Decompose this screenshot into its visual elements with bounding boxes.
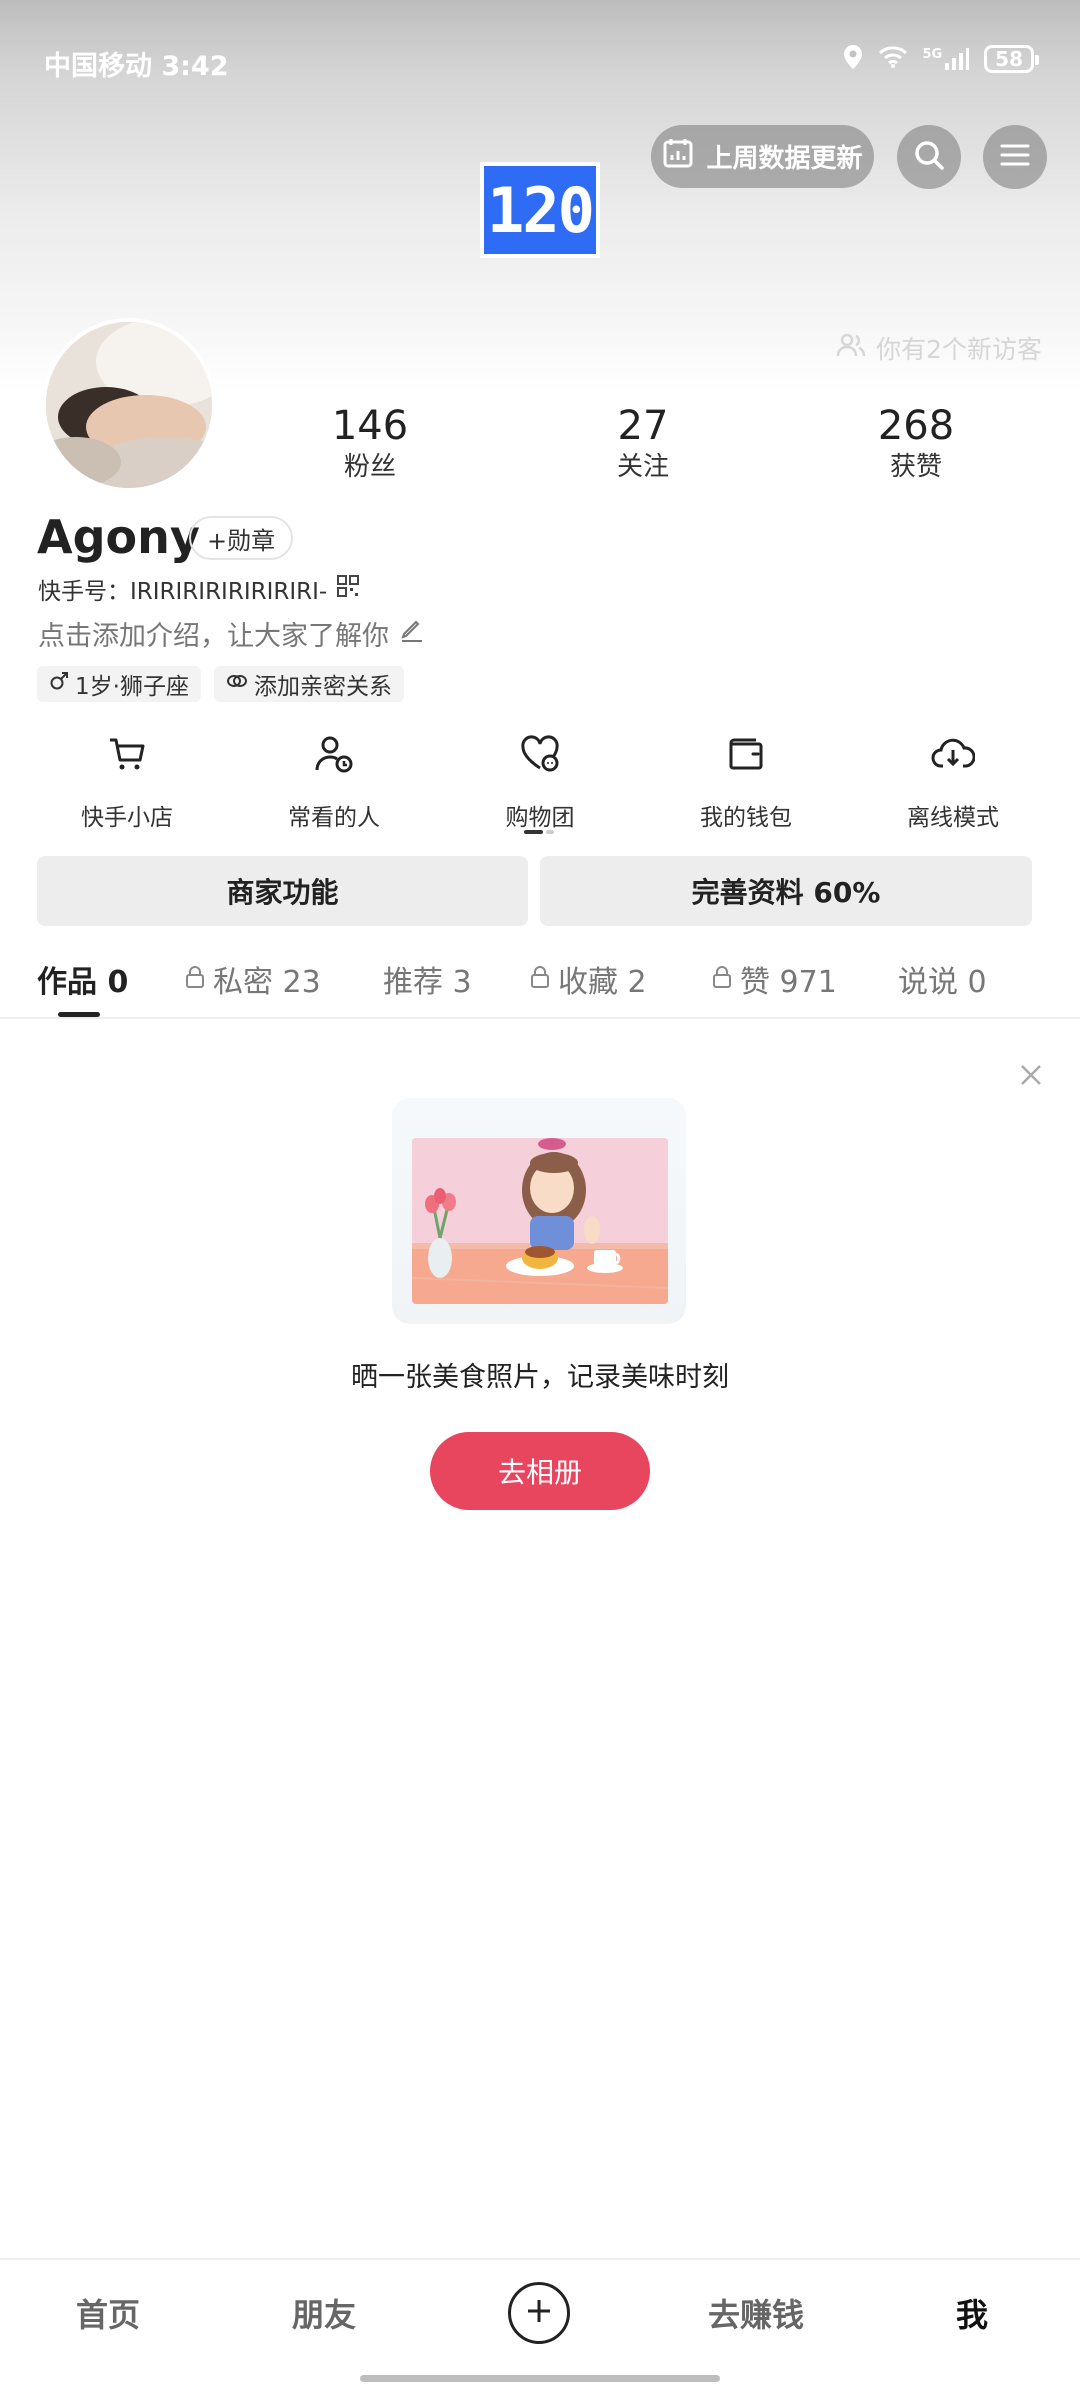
male-icon xyxy=(49,671,69,697)
likes-label: 获赞 xyxy=(889,452,942,482)
content-tabs: 作品 0 私密 23 推荐 3 收藏 2 赞 971 说说 0 xyxy=(0,955,1080,1019)
kuaishou-id[interactable]: 快手号：IRIRIRIRIRIRIRIRI- xyxy=(38,572,360,606)
tab-label: 收藏 2 xyxy=(558,965,647,1000)
tab-private[interactable]: 私密 23 xyxy=(185,957,321,1001)
tool-label: 我的钱包 xyxy=(700,805,792,831)
empty-state-message: 晒一张美食照片，记录美味时刻 xyxy=(351,1362,729,1393)
relation-text: 添加亲密关系 xyxy=(254,674,392,700)
bio-placeholder[interactable]: 点击添加介绍，让大家了解你 xyxy=(38,614,425,653)
battery-indicator: 58 xyxy=(984,45,1039,73)
menu-icon xyxy=(999,141,1031,173)
empty-state-illustration-card xyxy=(392,1098,686,1324)
wallet-icon xyxy=(724,732,768,776)
tab-posts[interactable]: 说说 0 xyxy=(898,957,987,1001)
nav-home[interactable]: 首页 xyxy=(48,2290,168,2336)
logo-text: 120 xyxy=(487,173,595,247)
avatar[interactable] xyxy=(42,318,216,492)
lock-icon xyxy=(185,962,205,997)
go-to-album-button[interactable]: 去相册 xyxy=(430,1432,650,1510)
status-bar: 中国移动 3:42 5G 58 xyxy=(0,0,1080,120)
tab-recommended[interactable]: 推荐 3 xyxy=(383,957,472,1001)
plus-icon xyxy=(524,2296,554,2330)
food-photo-illustration xyxy=(412,1138,668,1304)
followers-stat[interactable]: 146 粉丝 xyxy=(280,402,460,484)
weekly-data-update-label: 上周数据更新 xyxy=(706,144,863,174)
home-indicator[interactable] xyxy=(360,2375,720,2382)
heart-chat-icon xyxy=(518,732,562,776)
tool-shopping-group[interactable]: 购物团 xyxy=(450,732,630,832)
create-button[interactable] xyxy=(508,2282,570,2344)
complete-profile-button[interactable]: 完善资料 60% xyxy=(540,856,1032,926)
lock-icon xyxy=(712,962,732,997)
link-icon xyxy=(226,671,248,697)
followers-count: 146 xyxy=(331,403,409,449)
tab-label: 作品 0 xyxy=(37,965,129,1000)
logo: 120 xyxy=(480,162,600,258)
tab-label: 私密 23 xyxy=(213,965,321,1000)
gender-age-tag[interactable]: 1岁·狮子座 xyxy=(37,666,201,702)
tab-likes[interactable]: 赞 971 xyxy=(712,957,837,1001)
avatar-photo xyxy=(46,322,212,488)
download-cloud-icon xyxy=(931,732,975,776)
merchant-functions-button[interactable]: 商家功能 xyxy=(37,856,528,926)
add-relation-tag[interactable]: 添加亲密关系 xyxy=(214,666,404,702)
followers-label: 粉丝 xyxy=(343,452,396,482)
status-icons: 5G 58 xyxy=(842,44,1039,74)
kuaishou-id-text: 快手号：IRIRIRIRIRIRIRIRI- xyxy=(38,579,328,605)
age-sign-text: 1岁·狮子座 xyxy=(75,674,189,700)
nav-earn-money[interactable]: 去赚钱 xyxy=(696,2290,816,2336)
tab-works[interactable]: 作品 0 xyxy=(37,957,128,1001)
cart-icon xyxy=(105,732,149,776)
tool-label: 购物团 xyxy=(505,805,575,831)
username: Agony xyxy=(37,510,200,564)
nav-me[interactable]: 我 xyxy=(912,2290,1032,2336)
active-tab-underline xyxy=(58,1012,100,1017)
person-clock-icon xyxy=(312,732,356,776)
likes-count: 268 xyxy=(877,403,955,449)
tool-kuaishou-store[interactable]: 快手小店 xyxy=(37,732,217,832)
bio-text: 点击添加介绍，让大家了解你 xyxy=(38,621,389,652)
calendar-chart-icon xyxy=(662,137,694,176)
menu-button[interactable] xyxy=(983,125,1047,189)
carrier-time: 中国移动 3:42 xyxy=(44,51,229,82)
qr-code-icon xyxy=(337,575,360,603)
tab-label: 推荐 3 xyxy=(383,965,472,1000)
location-icon xyxy=(842,44,864,74)
search-icon xyxy=(912,138,946,176)
bottom-navigation: 首页 朋友 去赚钱 我 xyxy=(0,2258,1080,2398)
signal-icon: 5G xyxy=(922,47,970,71)
new-visitors-link[interactable]: 你有2个新访客 xyxy=(836,330,1042,366)
following-count: 27 xyxy=(617,403,669,449)
close-icon[interactable] xyxy=(1018,1062,1044,1088)
add-medal-button[interactable]: +勋章 xyxy=(189,516,294,560)
visitors-text: 你有2个新访客 xyxy=(876,335,1042,364)
tool-label: 快手小店 xyxy=(81,805,173,831)
following-stat[interactable]: 27 关注 xyxy=(553,402,733,484)
tool-label: 离线模式 xyxy=(907,805,999,831)
likes-stat[interactable]: 268 获赞 xyxy=(826,402,1006,484)
visitors-icon xyxy=(836,332,866,364)
edit-pencil-icon xyxy=(399,617,425,650)
search-button[interactable] xyxy=(897,125,961,189)
following-label: 关注 xyxy=(616,452,669,482)
tool-frequently-viewed[interactable]: 常看的人 xyxy=(244,732,424,832)
nav-friends[interactable]: 朋友 xyxy=(264,2290,384,2336)
tool-offline-mode[interactable]: 离线模式 xyxy=(863,732,1043,832)
tools-page-indicator xyxy=(524,830,554,834)
tool-label: 常看的人 xyxy=(288,805,380,831)
wifi-icon xyxy=(878,45,908,73)
tool-my-wallet[interactable]: 我的钱包 xyxy=(656,732,836,832)
lock-icon xyxy=(530,962,550,997)
tab-label: 说说 0 xyxy=(898,965,987,1000)
weekly-data-update-button[interactable]: 上周数据更新 xyxy=(651,125,874,188)
tab-favorites[interactable]: 收藏 2 xyxy=(530,957,647,1001)
tab-label: 赞 971 xyxy=(740,965,837,1000)
